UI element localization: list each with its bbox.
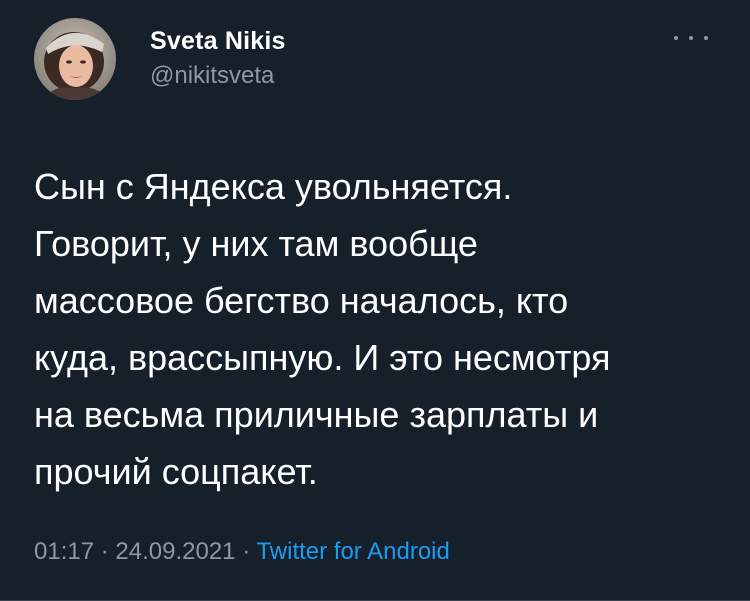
meta-separator: · [100, 538, 116, 565]
tweet-text: Сын с Яндекса увольняется. Говорит, у ни… [34, 158, 724, 500]
tweet-card: Sveta Nikis @nikitsveta Сын с Яндекса ув… [0, 0, 750, 601]
more-dot [704, 36, 708, 40]
tweet-text-line: прочий соцпакет. [34, 451, 318, 492]
tweet-text-line: массовое бегство началось, кто [34, 280, 569, 321]
tweet-source-link[interactable]: Twitter for Android [256, 538, 449, 565]
tweet-text-line: Говорит, у них там вообще [34, 223, 478, 264]
tweet-metadata: 01:17 · 24.09.2021 · Twitter for Android [34, 538, 450, 566]
avatar-image [34, 18, 116, 100]
author-display-name[interactable]: Sveta Nikis [150, 27, 286, 56]
tweet-text-line: куда, врассыпную. И это несмотря [34, 337, 611, 378]
tweet-text-line: Сын с Яндекса увольняется. [34, 166, 513, 207]
tweet-time[interactable]: 01:17 [34, 538, 94, 565]
tweet-text-line: на весьма приличные зарплаты и [34, 394, 599, 435]
more-dot [689, 36, 693, 40]
more-dot [674, 36, 678, 40]
author-handle[interactable]: @nikitsveta [150, 62, 274, 90]
meta-separator: · [242, 538, 257, 565]
tweet-date[interactable]: 24.09.2021 [115, 538, 235, 565]
avatar[interactable] [34, 18, 116, 100]
more-horizontal-icon[interactable] [674, 28, 708, 48]
